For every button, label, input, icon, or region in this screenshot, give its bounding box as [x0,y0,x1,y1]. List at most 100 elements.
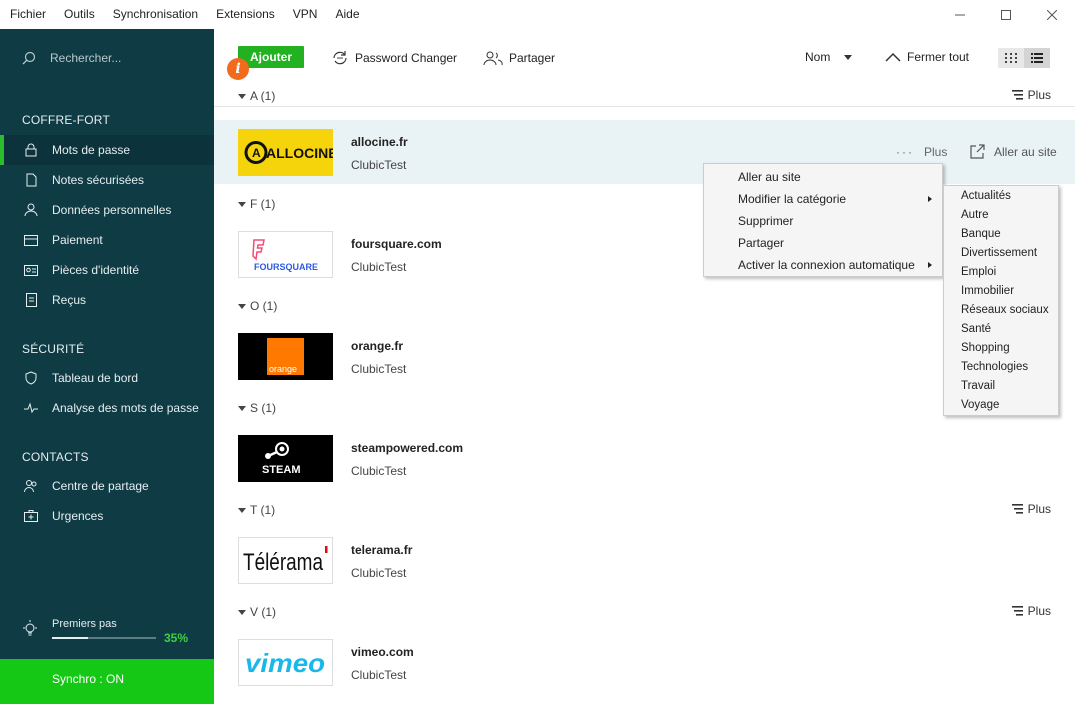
logo-text: Télérama [243,549,324,576]
sidebar-item-label: Paiement [52,233,103,247]
list-item[interactable]: STEAM steampowered.com ClubicTest [214,426,1075,490]
group-label: F (1) [250,197,276,211]
entry-more-button[interactable]: ··· Plus [896,145,947,159]
first-steps-label: Premiers pas [52,618,117,630]
sidebar-item-emergency[interactable]: Urgences [0,501,214,531]
category-submenu: Actualités Autre Banque Divertissement Emplo… [943,185,1059,416]
category-item[interactable]: Santé [944,320,1058,339]
sidebar-item-dashboard[interactable]: Tableau de bord [0,363,214,393]
group-more-label: Plus [1027,604,1051,618]
go-to-site-button[interactable]: Aller au site [970,144,1057,159]
context-item-share[interactable]: Partager [704,232,942,254]
sidebar-item-password-analysis[interactable]: Analyse des mots de passe [0,393,214,423]
category-item[interactable]: Emploi [944,263,1058,282]
menu-synchronisation[interactable]: Synchronisation [104,0,207,29]
sidebar-item-sharing-center[interactable]: Centre de partage [0,471,214,501]
password-changer-button[interactable]: Password Changer [331,50,457,66]
sidebar-item-identity[interactable]: Pièces d'identité [0,255,214,285]
category-item[interactable]: Actualités [944,187,1058,206]
sync-status[interactable]: Synchro : ON [0,659,214,704]
group-label: V (1) [250,605,277,619]
sync-label: Synchro : ON [52,672,125,686]
category-item[interactable]: Autre [944,206,1058,225]
group-header-a[interactable]: A (1) [238,89,275,103]
entry-title: vimeo.com [351,645,414,659]
list-item[interactable]: A ALLOCINE allocine.fr ClubicTest ··· Plu… [214,120,1075,184]
info-icon[interactable]: i [227,58,249,80]
sidebar-item-label: Urgences [52,509,104,523]
context-item-change-category[interactable]: Modifier la catégorie [704,188,942,210]
group-header-v[interactable]: V (1) [238,605,276,619]
menu-extensions[interactable]: Extensions [207,0,284,29]
sidebar-item-label: Centre de partage [52,479,149,493]
category-item[interactable]: Immobilier [944,282,1058,301]
category-item[interactable]: Divertissement [944,244,1058,263]
entry-username: ClubicTest [351,464,407,478]
entry-title: orange.fr [351,339,404,353]
group-header-o[interactable]: O (1) [238,299,277,313]
menu-outils[interactable]: Outils [55,0,104,29]
entry-username: ClubicTest [351,668,407,682]
category-item[interactable]: Voyage [944,396,1058,415]
view-toggle [998,48,1050,68]
category-item[interactable]: Travail [944,377,1058,396]
grid-view-button[interactable] [998,48,1024,68]
list-view-button[interactable] [1024,48,1050,68]
group-more-button[interactable]: Plus [1011,604,1051,618]
sidebar-item-label: Tableau de bord [52,371,139,385]
external-link-icon [970,144,985,159]
close-icon [1047,9,1057,20]
share-button[interactable]: Partager [483,50,555,66]
sidebar-item-secure-notes[interactable]: Notes sécurisées [0,165,214,195]
category-item[interactable]: Shopping [944,339,1058,358]
sort-dropdown[interactable]: Nom [805,50,853,64]
minimize-button[interactable] [937,0,983,29]
sidebar-item-personal-data[interactable]: Données personnelles [0,195,214,225]
search-input[interactable]: Rechercher... [22,51,121,65]
menu-vpn[interactable]: VPN [284,0,327,29]
maximize-button[interactable] [983,0,1029,29]
list-icon [1031,53,1043,63]
pulse-icon [24,401,38,415]
group-header-f[interactable]: F (1) [238,197,275,211]
sidebar-item-label: Notes sécurisées [52,173,145,187]
search-placeholder: Rechercher... [50,51,122,65]
list-item[interactable]: Télérama telerama.fr ClubicTest [214,528,1075,592]
password-changer-icon [333,51,347,65]
group-more-button[interactable]: Plus [1011,502,1051,516]
context-item-auto-login[interactable]: Activer la connexion automatique [704,254,942,276]
close-button[interactable] [1029,0,1075,29]
vimeo-logo: vimeo [238,639,333,686]
menu-bar: Fichier Outils Synchronisation Extension… [0,0,1075,29]
list-item[interactable]: vimeo vimeo.com ClubicTest [214,630,1075,694]
context-item-delete[interactable]: Supprimer [704,210,942,232]
group-header-s[interactable]: S (1) [238,401,276,415]
category-item[interactable]: Réseaux sociaux [944,301,1058,320]
context-item-go-to-site[interactable]: Aller au site [704,166,942,188]
group-more-button[interactable]: Plus [1011,88,1051,102]
menu-aide[interactable]: Aide [326,0,368,29]
share-icon [483,51,503,66]
entry-username: ClubicTest [351,158,407,172]
sidebar-item-passwords[interactable]: Mots de passe [0,135,214,165]
collapse-icon [238,507,246,513]
category-item[interactable]: Technologies [944,358,1058,377]
sidebar-item-receipts[interactable]: Reçus [0,285,214,315]
close-all-button[interactable]: Fermer tout [885,50,969,64]
sidebar-item-payment[interactable]: Paiement [0,225,214,255]
logo-text: orange [269,364,297,374]
section-title-contacts: CONTACTS [22,450,89,464]
maximize-icon [1001,9,1011,20]
share-label: Partager [509,51,556,65]
logo-text: STEAM [262,464,301,476]
section-title-vault: COFFRE-FORT [22,113,110,127]
menu-fichier[interactable]: Fichier [0,0,55,29]
group-more-label: Plus [1027,502,1051,516]
category-item[interactable]: Banque [944,225,1058,244]
group-header-t[interactable]: T (1) [238,503,275,517]
entry-title: steampowered.com [351,441,464,455]
foursquare-logo: FOURSQUARE [238,231,333,278]
first-steps-progress-bar [52,637,156,639]
sort-lines-icon [1011,504,1023,514]
first-steps-progress-fill [52,637,89,639]
